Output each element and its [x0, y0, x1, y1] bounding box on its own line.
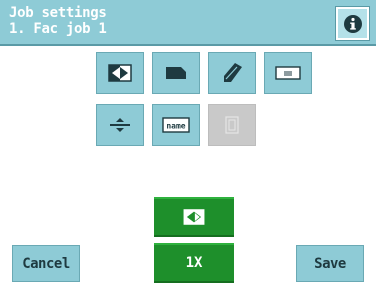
name-label-icon: name [162, 117, 190, 133]
name-label-button[interactable]: name [152, 104, 200, 146]
barcode-reader-button[interactable] [264, 52, 312, 94]
save-button[interactable]: Save [296, 245, 364, 282]
header-bar: Job settings 1. Fac job 1 [0, 0, 376, 46]
fold-settings-button[interactable] [96, 52, 144, 94]
disabled-feeder-icon [225, 116, 239, 134]
info-button[interactable] [335, 6, 370, 41]
cancel-button[interactable]: Cancel [12, 245, 80, 282]
run-count-label: 1X [185, 255, 203, 271]
page-title: Job settings [9, 5, 107, 21]
sealer-button[interactable] [208, 52, 256, 94]
barcode-reader-icon [275, 66, 301, 80]
sealer-icon [224, 63, 242, 82]
run-count-button[interactable]: 1X [154, 243, 234, 283]
disabled-feeder-button [208, 104, 256, 146]
start-run-button[interactable] [154, 197, 234, 237]
cancel-label: Cancel [22, 255, 70, 272]
separator-icon [110, 118, 130, 132]
job-name: 1. Fac job 1 [9, 21, 107, 37]
envelope-icon [166, 67, 186, 79]
fold-settings-icon [108, 64, 132, 82]
separator-button[interactable] [96, 104, 144, 146]
save-label: Save [314, 255, 346, 272]
info-icon [343, 14, 362, 33]
start-run-icon [183, 209, 205, 225]
envelope-button[interactable] [152, 52, 200, 94]
name-label-text: name [166, 122, 185, 131]
